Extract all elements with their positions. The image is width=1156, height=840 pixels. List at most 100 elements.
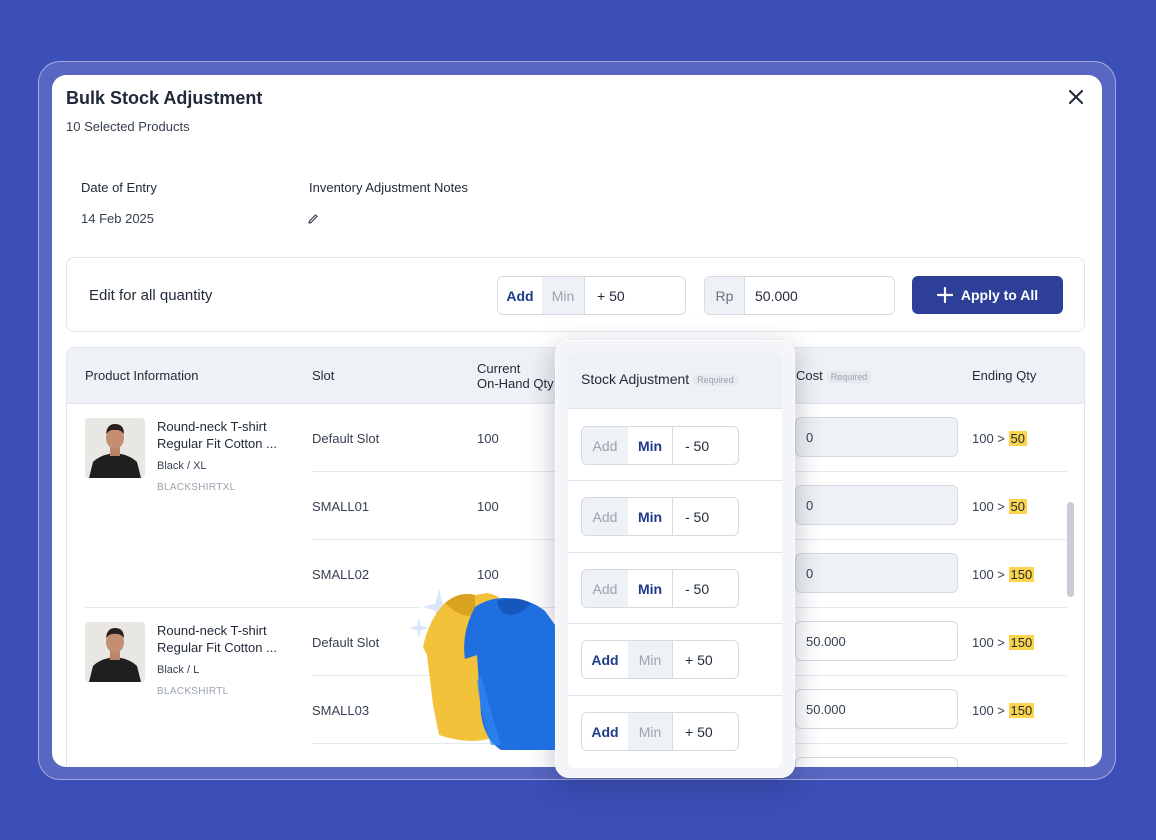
slot-cell: Default Slot: [312, 431, 380, 446]
slot-cell: SMALL01: [312, 499, 370, 514]
stock-adjustment-body: Add Min - 50 Add Min - 50 Add Min - 50 A…: [568, 408, 782, 768]
slot-cell: Default Slot: [312, 635, 380, 650]
current-qty-cell: 100: [477, 431, 499, 446]
header-ending-qty: Ending Qty: [972, 368, 1037, 383]
stock-adjustment-title: Stock Adjustment Required: [581, 371, 738, 387]
edit-notes-button[interactable]: [308, 211, 318, 229]
ending-qty-cell: 100 > 150: [972, 635, 1035, 650]
product-name: Round-neck T-shirt Regular Fit Cotton ..…: [157, 418, 297, 452]
header-current-line2: On-Hand Qty: [477, 376, 554, 391]
ending-to: 150: [1008, 635, 1035, 650]
product-name-line1: Round-neck T-shirt: [157, 623, 267, 638]
cost-input[interactable]: [795, 757, 958, 767]
cost-input[interactable]: 0: [795, 553, 958, 593]
ending-from: 100 >: [972, 567, 1005, 582]
edit-all-cost-input[interactable]: Rp 50.000: [704, 276, 895, 315]
header-current-qty: Current On-Hand Qty: [477, 361, 554, 391]
cost-input[interactable]: 0: [795, 417, 958, 457]
product-name-line2: Regular Fit Cotton ...: [157, 436, 277, 451]
add-toggle[interactable]: Add: [582, 641, 628, 678]
stock-adjustment-control: Add Min + 50: [581, 712, 739, 751]
close-icon: [1069, 90, 1083, 104]
tshirt-illustration: [406, 586, 555, 750]
adjust-qty-input[interactable]: - 50: [672, 570, 738, 607]
ending-from: 100 >: [972, 431, 1005, 446]
adjust-qty-input[interactable]: - 50: [672, 427, 738, 464]
edit-all-add-toggle[interactable]: Add: [498, 277, 542, 314]
edit-all-min-toggle[interactable]: Min: [542, 277, 584, 314]
stock-adjustment-control: Add Min - 50: [581, 497, 739, 536]
add-toggle[interactable]: Add: [582, 570, 628, 607]
current-qty-cell: 100: [477, 499, 499, 514]
edit-all-cost-value: 50.000: [755, 287, 798, 304]
slot-cell: SMALL03: [312, 703, 370, 718]
ending-qty-cell: 100 > 50: [972, 431, 1027, 446]
cost-input[interactable]: 50.000: [795, 689, 958, 729]
product-thumbnail: [85, 418, 145, 478]
date-of-entry-label: Date of Entry: [81, 180, 157, 195]
product-thumbnail: [85, 622, 145, 682]
ending-to: 150: [1008, 703, 1035, 718]
stock-adjustment-required-badge: Required: [693, 374, 738, 387]
product-name-line2: Regular Fit Cotton ...: [157, 640, 277, 655]
ending-from: 100 >: [972, 703, 1005, 718]
ending-qty-cell: 100 > 50: [972, 499, 1027, 514]
add-toggle[interactable]: Add: [582, 498, 628, 535]
min-toggle[interactable]: Min: [628, 713, 672, 750]
modal-subtitle: 10 Selected Products: [66, 119, 190, 134]
stock-adjustment-panel: Stock Adjustment Required Add Min - 50 Ad…: [555, 340, 795, 778]
plus-icon: [936, 287, 953, 303]
modal-title: Bulk Stock Adjustment: [66, 88, 263, 108]
stock-adjustment-control: Add Min + 50: [581, 640, 739, 679]
cost-input[interactable]: 0: [795, 485, 958, 525]
cost-input[interactable]: 50.000: [795, 621, 958, 661]
add-toggle[interactable]: Add: [582, 427, 628, 464]
adjust-qty-input[interactable]: - 50: [672, 498, 738, 535]
header-slot: Slot: [312, 368, 335, 383]
product-variant: Black / L: [157, 664, 200, 676]
ending-to: 50: [1008, 431, 1027, 446]
row-divider: [568, 480, 782, 481]
edit-all-label: Edit for all quantity: [89, 287, 213, 304]
table-scrollbar[interactable]: [1067, 502, 1074, 597]
header-cost-label: Cost: [796, 368, 823, 383]
ending-to: 150: [1008, 567, 1035, 582]
min-toggle[interactable]: Min: [628, 641, 672, 678]
stock-adjustment-title-text: Stock Adjustment: [581, 371, 690, 387]
pencil-icon: [308, 214, 318, 224]
edit-all-qty-control: Add Min + 50: [497, 276, 686, 315]
ending-qty-cell: 100 > 150: [972, 703, 1035, 718]
ending-to: 50: [1008, 499, 1027, 514]
header-cost: Cost Required: [796, 368, 872, 383]
date-of-entry-value[interactable]: 14 Feb 2025: [81, 211, 154, 226]
ending-from: 100 >: [972, 635, 1005, 650]
min-toggle[interactable]: Min: [628, 570, 672, 607]
product-sku: BLACKSHIRTXL: [157, 482, 236, 493]
current-qty-cell: 100: [477, 567, 499, 582]
header-current-line1: Current: [477, 361, 521, 376]
row-divider: [568, 623, 782, 624]
stock-adjustment-control: Add Min - 50: [581, 569, 739, 608]
row-divider: [568, 695, 782, 696]
header-cost-required-badge: Required: [826, 370, 872, 383]
currency-prefix: Rp: [705, 277, 745, 314]
adjustment-notes-label: Inventory Adjustment Notes: [309, 180, 468, 195]
adjust-qty-input[interactable]: + 50: [672, 641, 738, 678]
product-sku: BLACKSHIRTL: [157, 686, 229, 697]
close-button[interactable]: [1064, 85, 1088, 109]
add-toggle[interactable]: Add: [582, 713, 628, 750]
min-toggle[interactable]: Min: [628, 427, 672, 464]
header-product: Product Information: [85, 368, 199, 383]
product-name-line1: Round-neck T-shirt: [157, 419, 267, 434]
ending-from: 100 >: [972, 499, 1005, 514]
min-toggle[interactable]: Min: [628, 498, 672, 535]
row-divider: [568, 552, 782, 553]
edit-all-bar: Edit for all quantity Add Min + 50 Rp 50…: [66, 257, 1085, 332]
apply-to-all-button[interactable]: Apply to All: [912, 276, 1063, 314]
adjust-qty-input[interactable]: + 50: [672, 713, 738, 750]
product-variant: Black / XL: [157, 460, 207, 472]
stock-adjustment-control: Add Min - 50: [581, 426, 739, 465]
edit-all-qty-input[interactable]: + 50: [584, 277, 685, 314]
stock-adjustment-header: Stock Adjustment Required: [568, 353, 782, 408]
ending-qty-cell: 100 > 150: [972, 567, 1035, 582]
